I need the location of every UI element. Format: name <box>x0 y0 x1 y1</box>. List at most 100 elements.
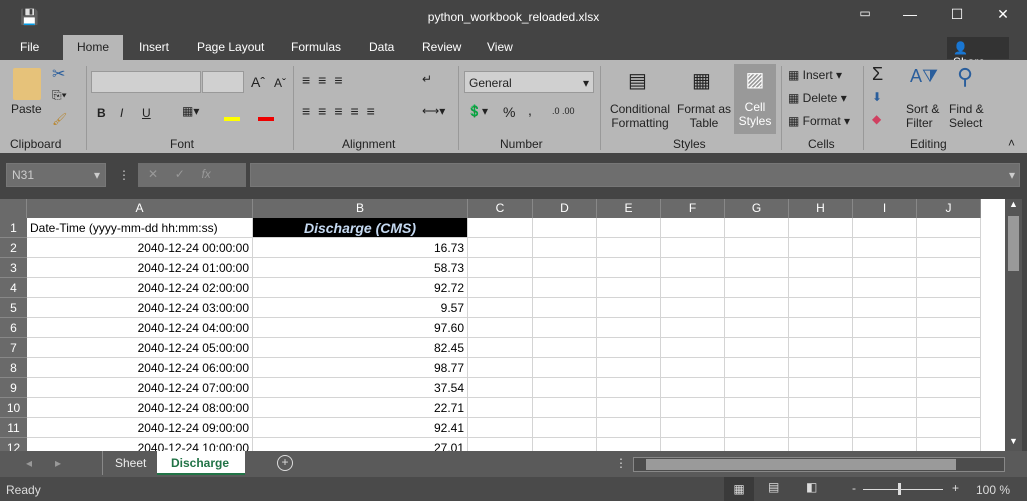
cell[interactable] <box>853 278 917 298</box>
prev-sheet-icon[interactable]: ◂ <box>26 456 32 470</box>
cell[interactable]: 16.73 <box>253 238 468 258</box>
cell[interactable] <box>661 298 725 318</box>
cell[interactable] <box>597 258 661 278</box>
cell[interactable] <box>789 338 853 358</box>
cell[interactable] <box>533 378 597 398</box>
scrollbar-thumb[interactable] <box>646 459 956 470</box>
fill-color-icon[interactable] <box>224 117 240 121</box>
scrollbar-thumb[interactable] <box>1008 216 1019 271</box>
cell[interactable] <box>468 378 533 398</box>
column-header-A[interactable]: A <box>27 199 253 218</box>
cell[interactable] <box>661 358 725 378</box>
font-name-input[interactable] <box>91 71 201 93</box>
maximize-button[interactable]: ☐ <box>942 6 972 28</box>
wrap-text-icon[interactable]: ↵ <box>422 72 432 86</box>
row-header[interactable]: 11 <box>0 418 27 438</box>
cell[interactable] <box>597 298 661 318</box>
cell[interactable] <box>789 258 853 278</box>
accounting-icon[interactable]: 💲▾ <box>467 104 488 118</box>
cell[interactable] <box>917 318 981 338</box>
insert-button[interactable]: ▦ Insert ▾ <box>788 68 842 82</box>
horizontal-scrollbar[interactable] <box>633 457 1005 472</box>
cell[interactable] <box>917 258 981 278</box>
page-break-view-icon[interactable]: ◧ <box>806 480 817 494</box>
grow-font-icon[interactable]: Aˆ <box>251 74 265 90</box>
cell[interactable] <box>853 398 917 418</box>
autosum-icon[interactable]: Σ <box>872 64 883 85</box>
cell[interactable] <box>533 398 597 418</box>
zoom-slider[interactable] <box>863 489 943 490</box>
tab-file[interactable]: File <box>20 40 39 54</box>
cell[interactable] <box>468 358 533 378</box>
cell[interactable] <box>533 238 597 258</box>
row-header[interactable]: 4 <box>0 278 27 298</box>
row-header[interactable]: 1 <box>0 218 27 238</box>
cancel-icon[interactable]: ✕ <box>148 167 158 181</box>
cell[interactable] <box>661 418 725 438</box>
chevron-down-icon[interactable]: ▾ <box>1005 164 1019 186</box>
cell[interactable]: 98.77 <box>253 358 468 378</box>
cell[interactable] <box>661 438 725 451</box>
column-header-C[interactable]: C <box>468 199 533 218</box>
ribbon-display-icon[interactable]: ▭ <box>850 6 880 28</box>
cell[interactable] <box>725 338 789 358</box>
vertical-scrollbar[interactable]: ▲ ▼ <box>1005 199 1022 451</box>
zoom-slider-thumb[interactable] <box>898 483 901 495</box>
cell[interactable]: 2040-12-24 02:00:00 <box>27 278 253 298</box>
cell[interactable] <box>468 238 533 258</box>
format-as-table-button[interactable]: Format as Table <box>676 102 732 130</box>
format-painter-icon[interactable]: 🖌 <box>52 112 67 126</box>
cell[interactable] <box>725 278 789 298</box>
cell[interactable] <box>661 318 725 338</box>
cell[interactable] <box>789 298 853 318</box>
page-layout-view-icon[interactable]: ▤ <box>768 480 779 494</box>
merge-center-icon[interactable]: ⟷▾ <box>422 104 445 118</box>
cell[interactable]: 2040-12-24 07:00:00 <box>27 378 253 398</box>
cell[interactable] <box>789 278 853 298</box>
add-sheet-button[interactable]: + <box>277 455 293 471</box>
close-button[interactable]: ✕ <box>988 6 1018 28</box>
collapse-ribbon-icon[interactable]: ˄ <box>1008 136 1015 150</box>
tab-review[interactable]: Review <box>422 40 461 54</box>
cell[interactable] <box>917 358 981 378</box>
cell[interactable] <box>917 418 981 438</box>
cell[interactable] <box>661 398 725 418</box>
cell[interactable] <box>917 298 981 318</box>
cell[interactable] <box>468 418 533 438</box>
cell[interactable] <box>853 378 917 398</box>
insert-function-button[interactable]: fx <box>201 167 210 181</box>
cell[interactable] <box>468 218 533 238</box>
cell[interactable] <box>597 338 661 358</box>
cell[interactable]: 2040-12-24 09:00:00 <box>27 418 253 438</box>
normal-view-icon[interactable]: ▦ <box>724 477 754 501</box>
vertical-align-icons[interactable]: ≡≡≡ <box>302 72 351 88</box>
tab-view[interactable]: View <box>487 40 513 54</box>
cell[interactable] <box>468 438 533 451</box>
cell[interactable] <box>725 298 789 318</box>
cell[interactable] <box>789 378 853 398</box>
cell[interactable] <box>789 398 853 418</box>
cell[interactable] <box>597 318 661 338</box>
cell[interactable] <box>533 418 597 438</box>
cell[interactable]: 2040-12-24 03:00:00 <box>27 298 253 318</box>
cell[interactable] <box>789 238 853 258</box>
bold-button[interactable]: B <box>97 106 106 120</box>
cell[interactable]: 9.57 <box>253 298 468 318</box>
share-button[interactable]: 👤 Share <box>947 37 1009 69</box>
name-box[interactable]: N31 ▾ <box>6 163 106 187</box>
cell[interactable]: 27.01 <box>253 438 468 451</box>
cell[interactable] <box>917 278 981 298</box>
cell[interactable] <box>597 358 661 378</box>
paste-icon[interactable] <box>13 68 41 100</box>
cell[interactable] <box>917 338 981 358</box>
cell[interactable] <box>853 338 917 358</box>
cell[interactable]: 92.41 <box>253 418 468 438</box>
cell[interactable] <box>725 378 789 398</box>
row-header[interactable]: 6 <box>0 318 27 338</box>
cell[interactable] <box>725 238 789 258</box>
cell[interactable] <box>661 338 725 358</box>
column-header-B[interactable]: B <box>253 199 468 218</box>
cell[interactable] <box>661 258 725 278</box>
zoom-level[interactable]: 100 % <box>976 483 1010 497</box>
font-size-input[interactable] <box>202 71 244 93</box>
